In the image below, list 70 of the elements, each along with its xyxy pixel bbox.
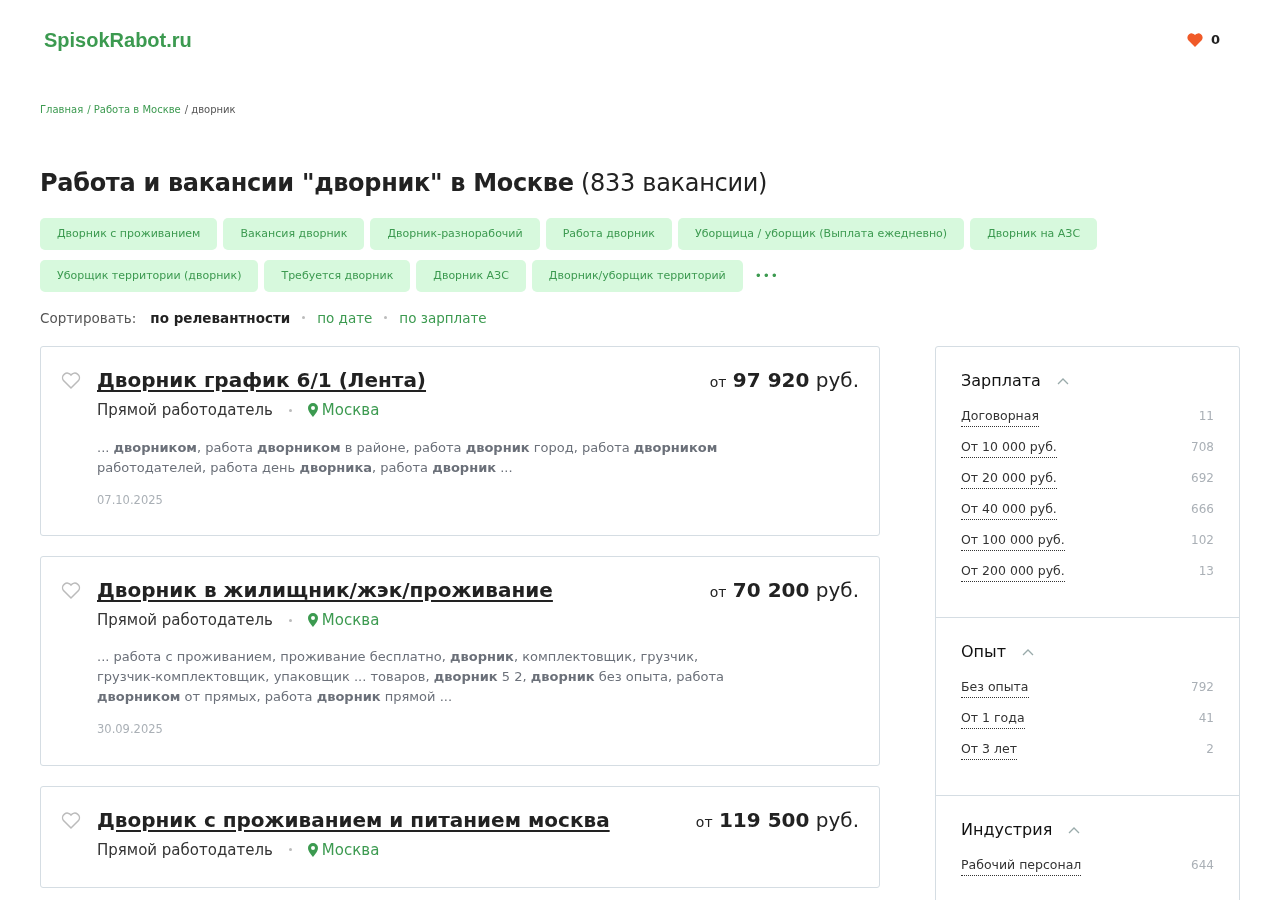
filter-title: Индустрия [961,819,1053,842]
tag-button[interactable]: Уборщица / уборщик (Выплата ежедневно) [678,217,965,250]
filter-option[interactable]: От 3 лет [961,740,1017,760]
filter-option[interactable]: Рабочий персонал [961,856,1082,876]
filter-count: 666 [1191,501,1214,519]
salary-text: от 119 500 руб. [695,806,859,834]
tag-button[interactable]: Требуется дворник [264,259,411,292]
city-link[interactable]: Москва [321,399,380,422]
filter-count: 41 [1198,710,1214,728]
sort-option[interactable]: по дате [317,307,373,329]
filter-title: Зарплата [961,370,1041,393]
filter-option[interactable]: От 40 000 руб. [961,500,1057,520]
filter-count: 11 [1198,408,1214,426]
location-pin-icon [307,613,318,628]
employer-name: Прямой работодатель [97,400,273,422]
sort-label: Сортировать: [40,308,137,328]
filter-option[interactable]: Договорная [961,407,1039,427]
location-pin-icon [307,842,318,857]
filter-option[interactable]: От 10 000 руб. [961,438,1057,458]
vacancy-title[interactable]: Дворник в жилищник/жэк/проживание [97,574,553,605]
filter-option[interactable]: От 100 000 руб. [961,531,1065,551]
sort-option[interactable]: по релевантности [150,307,291,329]
tag-button[interactable]: Дворник на АЗС [970,217,1098,250]
filter-option[interactable]: Без опыта [961,678,1029,698]
heart-icon[interactable] [61,371,81,392]
tag-button[interactable]: Работа дворник [545,217,672,250]
chevron-up-icon[interactable] [1022,648,1034,656]
filter-count: 644 [1191,857,1214,875]
filter-title: Опыт [961,641,1006,664]
tag-button[interactable]: Дворник-разнорабочий [370,217,540,250]
more-button[interactable]: ••• [748,265,785,286]
chevron-up-icon[interactable] [1068,826,1081,834]
filter-count: 692 [1191,470,1214,488]
filter-count: 792 [1191,679,1214,697]
filter-count: 708 [1191,439,1214,457]
tag-button[interactable]: Уборщик территории (дворник) [40,259,259,292]
tag-button[interactable]: Дворник с проживанием [40,217,218,250]
filter-count: 13 [1198,563,1214,581]
breadcrumb-current: / дворник [184,103,236,117]
vacancy-title[interactable]: Дворник с проживанием и питанием москва [97,804,610,835]
vacancy-date: 07.10.2025 [97,491,164,509]
filter-count: 2 [1206,741,1214,759]
breadcrumb-link[interactable]: Главная [40,102,84,117]
salary-text: от 97 920 руб. [709,367,859,395]
filter-option[interactable]: От 1 года [961,709,1025,729]
vacancy-snippet: ... дворником, работа дворником в районе, работа дворник город, работа дворником работодателей, работа день дворника, работа дворник ... [97,438,719,477]
page-heading: Работа и вакансии "дворник" в Москве (833 вакансии) [40,169,769,198]
location-pin-icon [307,403,318,418]
employer-name: Прямой работодатель [97,609,273,631]
tag-button[interactable]: Дворник/уборщик территорий [531,259,743,292]
employer-name: Прямой работодатель [97,839,273,861]
salary-text: от 70 200 руб. [709,576,859,604]
site-logo[interactable]: SpisokRabot.ru [44,25,192,55]
city-link[interactable]: Москва [321,608,380,632]
vacancy-title[interactable]: Дворник график 6/1 (Лента) [97,365,426,396]
vacancy-date: 30.09.2025 [97,721,164,739]
heart-icon[interactable] [1186,33,1203,47]
filter-option[interactable]: От 200 000 руб. [961,562,1065,582]
tag-button[interactable]: Дворник АЗС [416,259,526,292]
tag-button[interactable]: Вакансия дворник [223,217,365,250]
filter-option[interactable]: От 20 000 руб. [961,469,1057,489]
sort-option[interactable]: по зарплате [399,307,487,329]
vacancy-snippet: ... работа с проживанием, проживание бесплатно, дворник, комплектовщик, грузчик, грузчик-комплектовщик, упаковщик ... товаров, дворник 5 2, дворник без опыта, работа дворником от прямых, работа дворник прямой ... [97,648,726,707]
filter-count: 102 [1191,532,1214,550]
chevron-up-icon[interactable] [1056,377,1069,385]
heart-icon[interactable] [61,580,81,601]
city-link[interactable]: Москва [321,838,380,862]
favorites-count: 0 [1210,31,1220,50]
heart-icon[interactable] [61,810,81,831]
breadcrumb-link[interactable]: / Работа в Москве [87,102,181,117]
